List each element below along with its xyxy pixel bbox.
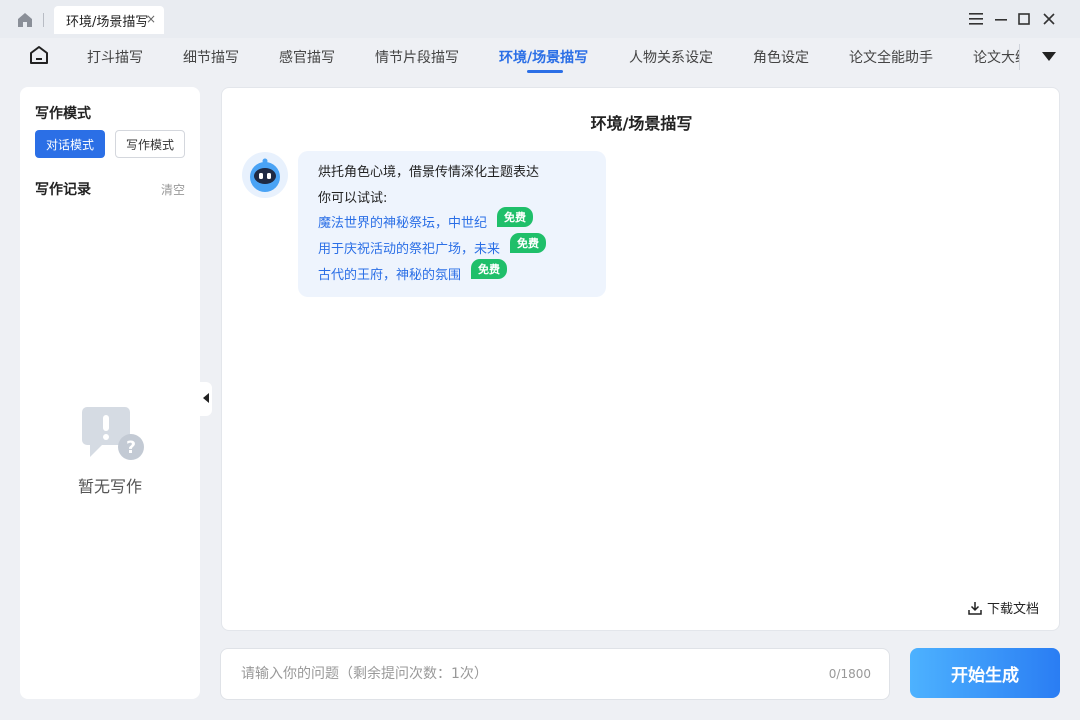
- main-panel: 环境/场景描写 烘托角色心境，借景传情深化主题表达 你可以试试: 魔法世界的神秘…: [221, 87, 1060, 631]
- collapse-sidebar-toggle[interactable]: [200, 382, 212, 416]
- maximize-icon[interactable]: [1013, 8, 1035, 30]
- browser-tab[interactable]: 环境/场景描写 ×: [54, 6, 164, 34]
- menu-icon[interactable]: [965, 8, 987, 30]
- tab-senses[interactable]: 感官描写: [279, 47, 335, 67]
- clear-records-button[interactable]: 清空: [161, 181, 185, 198]
- suggestion-item[interactable]: 用于庆祝活动的祭祀广场，未来 免费: [318, 233, 547, 257]
- title-separator: [43, 13, 44, 27]
- download-document-button[interactable]: 下载文档: [967, 598, 1039, 617]
- tab-detail[interactable]: 细节描写: [183, 47, 239, 67]
- suggestion-text: 古代的王府，神秘的氛围: [318, 267, 462, 283]
- tab-fight[interactable]: 打斗描写: [87, 47, 143, 67]
- suggestion-text: 魔法世界的神秘祭坛，中世纪: [318, 215, 488, 231]
- nav-overflow-clip: 论文大纲: [968, 38, 1020, 76]
- nav-divider: [1019, 44, 1020, 70]
- question-input-container: 0/1800: [220, 648, 890, 700]
- suggestion-item[interactable]: 古代的王府，神秘的氛围 免费: [318, 259, 508, 283]
- free-badge: 免费: [510, 233, 547, 253]
- tab-close-icon[interactable]: ×: [146, 12, 156, 26]
- robot-avatar-icon: [242, 152, 288, 198]
- chat-mode-button[interactable]: 对话模式: [35, 130, 105, 158]
- page-title: 环境/场景描写: [590, 114, 693, 133]
- minimize-icon[interactable]: [990, 8, 1012, 30]
- tab-environment[interactable]: 环境/场景描写: [499, 47, 588, 67]
- intro-text: 烘托角色心境，借景传情深化主题表达: [318, 165, 540, 180]
- tab-thesis-outline[interactable]: 论文大纲: [973, 47, 1020, 67]
- sidebar: 写作模式 对话模式 写作模式 写作记录 清空 ? 暂无写作: [20, 87, 200, 699]
- empty-state-icon: ?: [82, 407, 144, 460]
- feature-nav: 打斗描写 细节描写 感官描写 情节片段描写 环境/场景描写 人物关系设定 角色设…: [0, 38, 1080, 76]
- home-nav-icon[interactable]: [28, 44, 50, 66]
- char-counter: 0/1800: [828, 667, 871, 681]
- browser-tab-title: 环境/场景描写: [66, 14, 149, 30]
- empty-state-text: 暂无写作: [77, 477, 142, 496]
- writing-mode-button[interactable]: 写作模式: [115, 130, 185, 158]
- download-icon: [968, 601, 982, 615]
- home-icon[interactable]: [16, 11, 34, 29]
- suggestion-item[interactable]: 魔法世界的神秘祭坛，中世纪 免费: [318, 207, 534, 231]
- free-badge: 免费: [471, 259, 508, 279]
- start-generate-button[interactable]: 开始生成: [910, 648, 1060, 698]
- svg-text:?: ?: [126, 438, 136, 458]
- active-tab-indicator: [527, 70, 563, 73]
- free-badge: 免费: [497, 207, 534, 227]
- question-input[interactable]: [241, 663, 801, 685]
- writing-mode-title: 写作模式: [35, 106, 91, 122]
- more-tabs-dropdown-icon[interactable]: [1042, 52, 1056, 61]
- try-label: 你可以试试:: [318, 191, 388, 206]
- download-label: 下载文档: [986, 602, 1039, 617]
- tab-thesis-assistant[interactable]: 论文全能助手: [849, 47, 933, 67]
- assistant-message-bubble: 烘托角色心境，借景传情深化主题表达 你可以试试: 魔法世界的神秘祭坛，中世纪 免…: [298, 151, 606, 297]
- suggestion-text: 用于庆祝活动的祭祀广场，未来: [318, 241, 501, 257]
- tab-character[interactable]: 角色设定: [753, 47, 809, 67]
- tab-plot[interactable]: 情节片段描写: [375, 47, 459, 67]
- title-bar: 环境/场景描写 ×: [0, 0, 1080, 38]
- close-icon[interactable]: [1038, 8, 1060, 30]
- tab-relationships[interactable]: 人物关系设定: [629, 47, 713, 67]
- writing-records-title: 写作记录: [35, 182, 91, 198]
